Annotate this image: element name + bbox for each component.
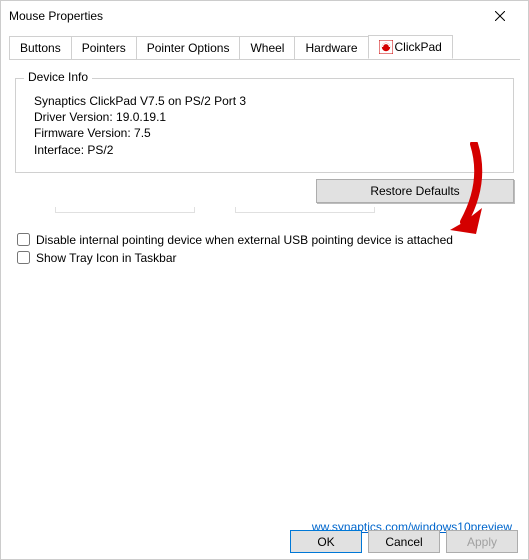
tab-pointers[interactable]: Pointers [71, 36, 137, 59]
close-button[interactable] [480, 2, 520, 30]
tab-buttons[interactable]: Buttons [9, 36, 72, 59]
tab-strip: Buttons Pointers Pointer Options Wheel H… [9, 35, 520, 60]
close-icon [495, 11, 505, 21]
disable-internal-checkbox[interactable] [17, 233, 30, 246]
mouse-properties-window: Mouse Properties Buttons Pointers Pointe… [0, 0, 529, 560]
tab-content: Device Info Synaptics ClickPad V7.5 on P… [1, 60, 528, 542]
apply-button: Apply [446, 530, 518, 553]
tray-icon-label: Show Tray Icon in Taskbar [36, 251, 177, 265]
cancel-button[interactable]: Cancel [368, 530, 440, 553]
tray-icon-row[interactable]: Show Tray Icon in Taskbar [17, 251, 514, 265]
tray-icon-checkbox[interactable] [17, 251, 30, 264]
disable-internal-row[interactable]: Disable internal pointing device when ex… [17, 233, 514, 247]
device-name: Synaptics ClickPad V7.5 on PS/2 Port 3 [34, 93, 501, 109]
synaptics-icon [379, 40, 393, 54]
interface: Interface: PS/2 [34, 142, 501, 158]
restore-row: Restore Defaults [15, 179, 514, 203]
firmware-version: Firmware Version: 7.5 [34, 125, 501, 141]
restore-defaults-button[interactable]: Restore Defaults [316, 179, 514, 203]
dialog-buttons: OK Cancel Apply [290, 530, 518, 553]
tab-clickpad[interactable]: ClickPad [368, 35, 453, 59]
device-info-legend: Device Info [24, 70, 92, 84]
tab-wheel[interactable]: Wheel [239, 36, 295, 59]
divider [15, 207, 514, 229]
window-title: Mouse Properties [9, 9, 103, 23]
tab-clickpad-label: ClickPad [395, 40, 442, 54]
device-info-group: Device Info Synaptics ClickPad V7.5 on P… [15, 78, 514, 173]
titlebar: Mouse Properties [1, 1, 528, 31]
ok-button[interactable]: OK [290, 530, 362, 553]
driver-version: Driver Version: 19.0.19.1 [34, 109, 501, 125]
tab-hardware[interactable]: Hardware [294, 36, 368, 59]
tab-pointer-options[interactable]: Pointer Options [136, 36, 241, 59]
disable-internal-label: Disable internal pointing device when ex… [36, 233, 453, 247]
